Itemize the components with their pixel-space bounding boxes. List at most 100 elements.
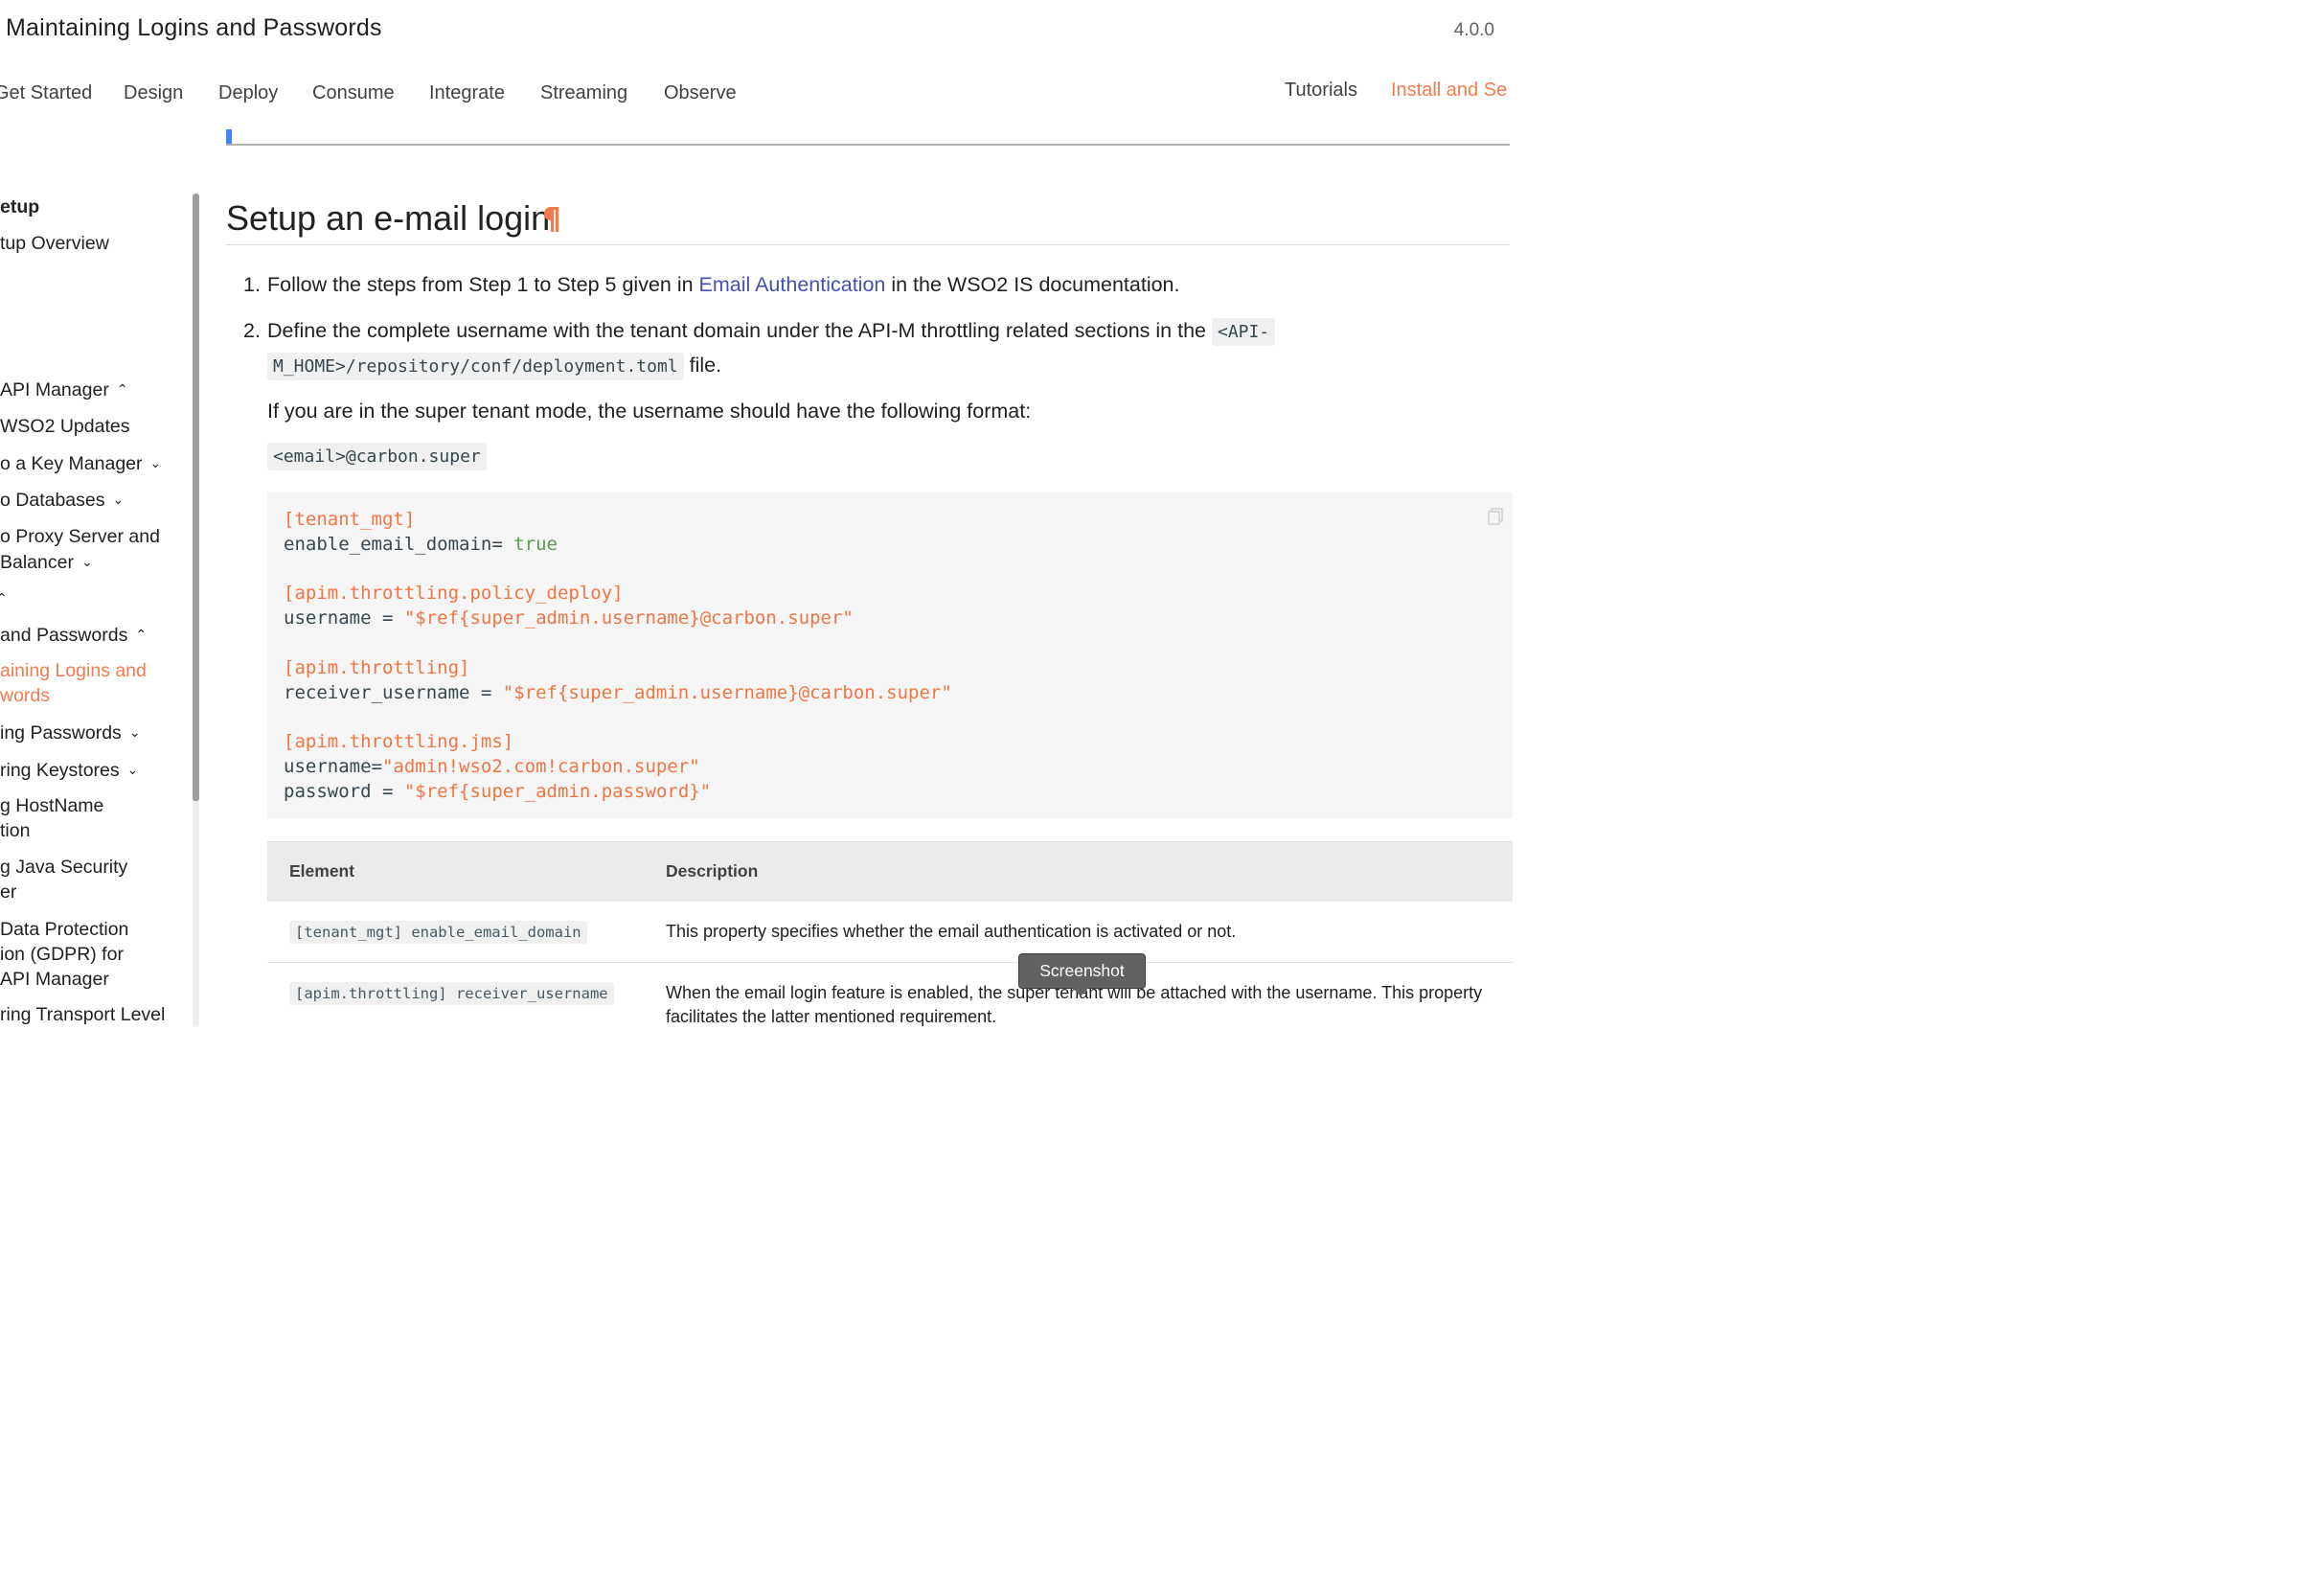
sidebar-scrollbar-thumb[interactable] [193,194,199,801]
code-string: "$ref{super_admin.password}" [403,780,712,802]
code-key: enable_email_domain= [284,533,514,555]
sidebar-item-label: and Passwords [0,625,128,646]
code-key: username= [284,755,382,777]
inline-code: <email>@carbon.super [267,443,487,470]
tab-streaming[interactable]: Streaming [540,82,627,104]
code-string: "$ref{super_admin.username}@carbon.super… [403,607,854,629]
code-string: "admin!wso2.com!carbon.super" [381,755,700,777]
element-description: This property specifies whether the emai… [666,922,1237,941]
sidebar-item-label: o Databases [0,490,105,511]
reading-progress-bar [226,129,1510,146]
code-section: [apim.throttling.policy_deploy] [284,583,624,605]
pilcrow-icon[interactable] [542,203,561,234]
sidebar-item-encrypting-passwords[interactable]: ing Passwords ⌄ [0,720,141,745]
step-text: Define the complete username with the te… [267,319,1212,342]
sidebar-item-transport-level[interactable]: ring Transport Level [0,1002,165,1027]
sidebar-item-gdpr[interactable]: Data Protection ion (GDPR) for API Manag… [0,917,128,992]
inline-code: <API- [1211,318,1276,346]
install-and-setup-link[interactable]: Install and Se [1391,80,1507,102]
sidebar-item-hostname[interactable]: g HostName tion [0,793,103,843]
tab-design[interactable]: Design [124,82,183,104]
step-number: 2. [243,319,261,342]
tutorials-link[interactable]: Tutorials [1285,80,1357,102]
sidebar-item-label-line2: tion [0,820,31,841]
chevron-down-icon: ⌄ [149,455,162,470]
table-header: Element Description [267,842,1513,902]
step-2-text-line2: M_HOME>/repository/conf/deployment.toml … [267,353,722,380]
code-section: [apim.throttling] [284,656,470,678]
properties-table: Element Description [tenant_mgt] enable_… [267,841,1513,1030]
sidebar-item-label: tup Overview [0,233,109,254]
code-key: receiver_username = [284,681,503,703]
sidebar-item-label: g Java Security [0,857,128,878]
code-string: "$ref{super_admin.username}@carbon.super… [502,681,952,703]
chevron-down-icon: ⌄ [80,554,93,569]
sidebar-item-label-line2: words [0,685,51,706]
chevron-down-icon: ⌄ [128,724,141,740]
version-selector[interactable]: 4.0.0 [1454,20,1494,41]
sidebar-item-label-line2: ion (GDPR) for [0,944,124,965]
code-key: username = [284,607,404,629]
sidebar-item-label: WSO2 Updates [0,416,130,437]
email-authentication-link[interactable]: Email Authentication [699,273,886,296]
sidebar-item-label: ing Passwords [0,722,122,744]
code-section: [tenant_mgt] [284,509,416,530]
code-key: password = [284,780,404,802]
super-tenant-note: If you are in the super tenant mode, the… [267,400,1032,423]
heading-divider [226,244,1510,245]
sidebar-item-label: o a Key Manager [0,453,143,474]
chevron-up-icon: ⌃ [0,590,8,606]
inline-code: M_HOME>/repository/conf/deployment.toml [267,353,684,380]
element-code: [tenant_mgt] enable_email_domain [289,921,587,944]
sidebar-item-setup-overview[interactable]: tup Overview [0,231,109,256]
sidebar-item-keystores[interactable]: ring Keystores ⌄ [0,757,138,783]
sidebar-item-databases[interactable]: o Databases ⌄ [0,487,124,513]
sidebar-item-setup[interactable]: etup [0,195,39,219]
sidebar-item-label: ring Transport Level [0,1004,166,1025]
code-block[interactable]: [tenant_mgt] enable_email_domain= true [… [267,492,1513,818]
sidebar-item-label-line2: er [0,881,17,903]
tab-consume[interactable]: Consume [312,82,395,104]
sidebar-item-label-line3: API Manager [0,969,109,990]
tab-deploy[interactable]: Deploy [218,82,278,104]
sidebar-item-api-manager[interactable]: API Manager ⌃ [0,377,128,402]
sidebar-scrollbar[interactable] [193,194,199,1027]
page-title: Maintaining Logins and Passwords [6,14,382,41]
sidebar-item-collapsed-group[interactable]: ⌃ [0,585,8,611]
table-row: [apim.throttling] receiver_username When… [267,963,1513,1030]
sidebar-item-label: Data Protection [0,919,129,940]
table-header-cell: Description [666,861,759,881]
sidebar-item-label: g HostName [0,795,104,816]
code-section: [apim.throttling.jms] [284,731,514,753]
sidebar-item-proxy-server[interactable]: o Proxy Server and Balancer ⌄ [0,524,160,575]
step-2-text: Define the complete username with the te… [267,318,1276,346]
description-line: facilitates the latter mentioned require… [666,1007,997,1026]
tab-get-started[interactable]: Get Started [0,82,92,104]
sidebar-item-wso2-updates[interactable]: WSO2 Updates [0,414,129,439]
step-text: Follow the steps from Step 1 to Step 5 g… [267,273,699,296]
sidebar-item-label-line2: Balancer [0,552,74,573]
tab-integrate[interactable]: Integrate [429,82,505,104]
sidebar-item-label: aining Logins and [0,660,147,681]
tooltip-pointer [1072,987,1089,996]
sidebar-item-maintaining-logins[interactable]: aining Logins and words [0,658,147,708]
screenshot-tooltip: Screenshot [1018,953,1146,989]
sidebar-item-label: API Manager [0,379,109,400]
copy-icon[interactable] [1488,508,1503,525]
email-format-example: <email>@carbon.super [267,443,487,470]
sidebar-item-java-security[interactable]: g Java Security er [0,855,127,904]
table-row: [tenant_mgt] enable_email_domain This pr… [267,902,1513,963]
tab-observe[interactable]: Observe [664,82,737,104]
chevron-up-icon: ⌃ [116,381,128,397]
sidebar-item-logins-and-passwords[interactable]: and Passwords ⌃ [0,622,147,648]
chevron-down-icon: ⌄ [126,762,139,777]
step-1-text: Follow the steps from Step 1 to Step 5 g… [267,273,1180,297]
section-heading: Setup an e-mail login [226,198,551,238]
sidebar-item-label: ring Keystores [0,760,120,781]
table-header-cell: Element [289,861,355,881]
code-lines: [tenant_mgt] enable_email_domain= true [… [284,508,952,805]
step-text: file. [683,354,722,377]
sidebar-item-key-manager[interactable]: o a Key Manager ⌄ [0,450,161,476]
sidebar-item-label: etup [0,196,40,217]
step-text: in the WSO2 IS documentation. [885,273,1180,296]
